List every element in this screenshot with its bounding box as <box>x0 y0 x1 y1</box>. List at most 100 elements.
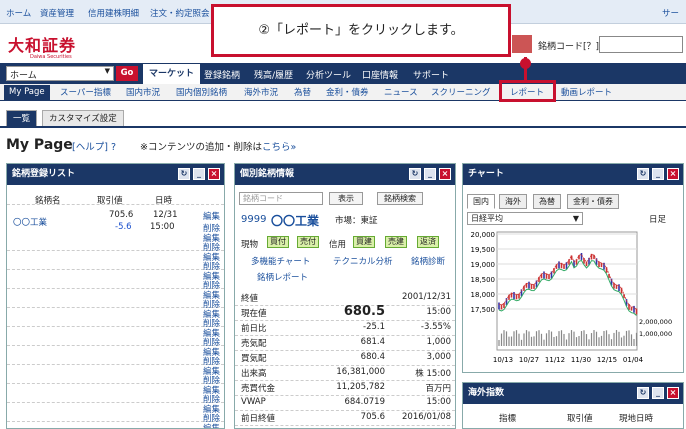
util-support-link[interactable]: サー <box>662 7 679 19</box>
content-note: ※コンテンツの追加・削除はこちら» <box>140 139 296 153</box>
show-button[interactable]: 表示 <box>329 192 363 205</box>
close-icon[interactable]: × <box>208 168 220 180</box>
nav-market[interactable]: マーケット <box>143 64 201 84</box>
chevron-down-icon: ▼ <box>572 214 579 223</box>
x-tick-label: 11/12 <box>545 356 565 364</box>
stock-search-button[interactable]: 銘柄検索 <box>377 192 423 205</box>
stock-name: 〇〇工業 <box>271 214 320 228</box>
row-divider <box>235 380 455 381</box>
quote-value: 11,205,782 <box>336 382 385 392</box>
quote-label: 売買代金 <box>241 384 276 394</box>
candle <box>543 271 545 279</box>
index-value: 日経平均 <box>471 214 503 223</box>
subnav-news[interactable]: ニュース <box>384 86 418 98</box>
candle <box>523 285 525 291</box>
volume-bar <box>558 331 560 346</box>
repay-button[interactable]: 返済 <box>417 236 439 248</box>
link-report[interactable]: 銘柄レポート <box>257 271 308 283</box>
minimize-icon[interactable]: _ <box>652 387 664 399</box>
refresh-icon[interactable]: ↻ <box>178 168 190 180</box>
report-highlight <box>499 80 556 102</box>
home-select-value: ホーム <box>10 71 37 81</box>
util-orders-link[interactable]: 注文・約定照会 <box>150 7 210 19</box>
refresh-icon[interactable]: ↻ <box>409 168 421 180</box>
subnav-screening[interactable]: スクリーニング <box>431 86 491 98</box>
tab-customize[interactable]: カスタマイズ設定 <box>42 110 124 126</box>
minimize-icon[interactable]: _ <box>652 168 664 180</box>
nav-account[interactable]: 口座情報 <box>362 68 398 81</box>
header-button[interactable] <box>512 35 532 53</box>
row-divider <box>7 326 224 327</box>
volume-bar <box>498 340 500 346</box>
logo[interactable]: 大和証券 Daiwa Securities <box>8 32 78 60</box>
price-chart: 20,000 19,500 19,000 18,500 18,000 17,500 2,00… <box>471 231 673 364</box>
tab-list[interactable]: 一覧 <box>6 110 38 126</box>
volume-bar <box>593 330 595 346</box>
util-home-link[interactable]: ホーム <box>6 7 31 19</box>
edit-link[interactable]: 編集 <box>203 210 220 222</box>
util-margin-link[interactable]: 信用建株明細 <box>88 7 139 19</box>
watch-stock-link[interactable]: 〇〇工業 <box>13 216 47 228</box>
chart-tab-overseas[interactable]: 海外 <box>499 194 527 209</box>
volume-bar <box>585 334 588 346</box>
chart-tab-fx[interactable]: 為替 <box>533 194 561 209</box>
row-divider <box>235 410 455 411</box>
edit-link[interactable]: 編集 <box>203 422 220 428</box>
link-chart[interactable]: 多機能チャート <box>251 255 310 267</box>
stock-code: 9999 <box>241 214 267 225</box>
minimize-icon[interactable]: _ <box>424 168 436 180</box>
delete-link[interactable]: 削除 <box>203 222 220 234</box>
chart-tab-domestic[interactable]: 国内 <box>467 194 495 209</box>
margin-sell-button[interactable]: 売建 <box>385 236 407 248</box>
volume-bar <box>615 330 618 346</box>
x-tick-label: 10/27 <box>519 356 539 364</box>
minimize-icon[interactable]: _ <box>193 168 205 180</box>
subnav-indicators[interactable]: スーパー指標 <box>60 86 111 98</box>
y-tick-label: 18,000 <box>471 291 496 299</box>
quote-label: 終値 <box>241 294 259 304</box>
volume-bar <box>510 336 513 346</box>
volume-bar <box>500 333 503 346</box>
ov-col-price: 取引値 <box>567 414 593 424</box>
volume-bar <box>503 330 505 346</box>
close-icon[interactable]: × <box>667 168 679 180</box>
subnav-mypage[interactable]: My Page <box>4 85 50 100</box>
close-icon[interactable]: × <box>667 387 679 399</box>
util-assets-link[interactable]: 資産管理 <box>40 7 74 19</box>
quote-value: -25.1 <box>363 322 385 332</box>
refresh-icon[interactable]: ↻ <box>637 387 649 399</box>
home-select[interactable]: ホーム ▼ <box>6 66 114 81</box>
volume-bar <box>590 333 593 346</box>
subnav-bonds[interactable]: 金利・債券 <box>326 86 369 98</box>
sell-button[interactable]: 売付 <box>297 236 319 248</box>
row-divider <box>7 364 224 365</box>
subnav-video[interactable]: 動画レポート <box>561 86 612 98</box>
volume-bar <box>520 339 523 346</box>
link-diagnosis[interactable]: 銘柄診断 <box>411 255 445 267</box>
subnav-domestic[interactable]: 国内市況 <box>126 86 160 98</box>
stock-code-input[interactable]: 銘柄コード <box>239 192 323 205</box>
nav-analysis[interactable]: 分析ツール <box>306 68 351 81</box>
refresh-icon[interactable]: ↻ <box>637 168 649 180</box>
volume-bar <box>570 330 573 346</box>
candle <box>605 267 608 273</box>
go-button[interactable]: Go <box>116 66 138 81</box>
chart-tab-bonds[interactable]: 金利・債券 <box>567 194 619 209</box>
subnav-stocks[interactable]: 国内個別銘柄 <box>176 86 227 98</box>
quote-label: 出来高 <box>241 369 267 379</box>
buy-button[interactable]: 買付 <box>267 236 289 248</box>
nav-support[interactable]: サポート <box>413 68 449 81</box>
subnav-fx[interactable]: 為替 <box>294 86 311 98</box>
link-technical[interactable]: テクニカル分析 <box>333 255 393 267</box>
note-link[interactable]: こちら» <box>262 142 296 153</box>
index-select[interactable]: 日経平均 ▼ <box>467 212 583 225</box>
margin-buy-button[interactable]: 買建 <box>353 236 375 248</box>
nav-balance[interactable]: 残高/履歴 <box>254 68 293 81</box>
nav-watchlist[interactable]: 登録銘柄 <box>204 68 240 81</box>
subnav-overseas[interactable]: 海外市況 <box>244 86 278 98</box>
help-link[interactable]: [ヘルプ] ? <box>72 139 116 153</box>
row-divider <box>235 320 455 321</box>
app: ホーム 資産管理 信用建株明細 注文・約定照会 サー 大和証券 Daiwa Sec… <box>0 0 686 429</box>
close-icon[interactable]: × <box>439 168 451 180</box>
code-input[interactable] <box>599 36 683 53</box>
